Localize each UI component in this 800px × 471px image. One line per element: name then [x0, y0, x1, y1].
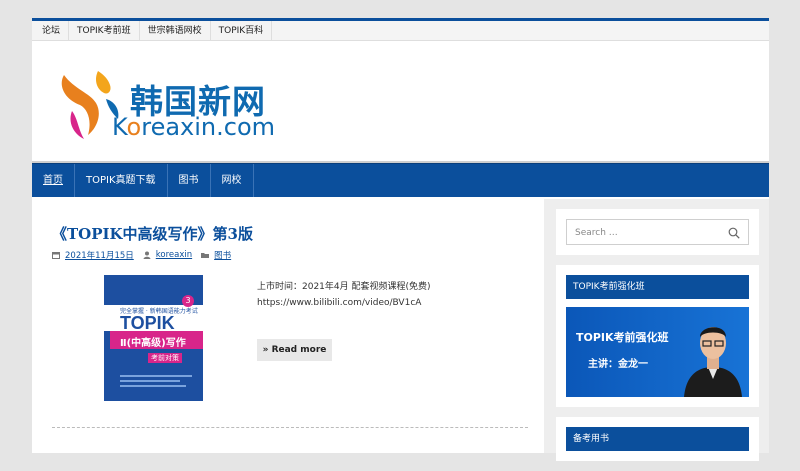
page-body: 《TOPIK中高级写作》第3版 2021年11月15日 koreaxin 图书 … [32, 199, 769, 461]
mainnav-item-topik-download[interactable]: TOPIK真题下载 [75, 164, 168, 197]
main-navigation: 首页 TOPIK真题下载 图书 网校 [32, 163, 769, 197]
logo-en-o: o [126, 113, 142, 141]
cover-level: Ⅱ(中高级)写作 [120, 338, 186, 349]
calendar-icon [52, 252, 60, 259]
cover-tag: 考前对策 [148, 353, 182, 363]
widget-title-prep-books: 备考用书 [566, 427, 749, 451]
topnav-item-sejong-school[interactable]: 世宗韩语网校 [140, 21, 211, 40]
user-icon [143, 251, 151, 259]
teacher-photo-icon [684, 327, 742, 397]
search-box [566, 219, 749, 245]
main-content: 《TOPIK中高级写作》第3版 2021年11月15日 koreaxin 图书 … [32, 199, 544, 453]
banner-speaker: 主讲：金龙一 [588, 359, 648, 370]
top-navigation: 论坛 TOPIK考前班 世宗韩语网校 TOPIK百科 [32, 21, 769, 41]
post-title[interactable]: 《TOPIK中高级写作》第3版 [52, 223, 253, 244]
topnav-item-topik-class[interactable]: TOPIK考前班 [69, 21, 140, 40]
post-author[interactable]: koreaxin [156, 250, 192, 260]
page-wrapper: 论坛 TOPIK考前班 世宗韩语网校 TOPIK百科 韩国新网 Koreaxin… [32, 18, 769, 461]
logo-en-rest: reaxin.com [141, 113, 276, 141]
topnav-item-topik-wiki[interactable]: TOPIK百科 [211, 21, 273, 40]
folder-icon [201, 253, 210, 258]
site-header: 韩国新网 Koreaxin.com [32, 41, 769, 163]
logo-en-k: K [112, 113, 127, 141]
post-divider [52, 427, 528, 428]
topnav-item-forum[interactable]: 论坛 [34, 21, 70, 40]
post-meta: 2021年11月15日 koreaxin 图书 [52, 249, 231, 261]
logo-english-text: Koreaxin.com [112, 113, 275, 141]
widget-title-topik-class: TOPIK考前强化班 [566, 275, 749, 299]
search-input[interactable] [567, 221, 748, 245]
mainnav-item-home[interactable]: 首页 [32, 164, 75, 197]
search-widget [556, 209, 759, 255]
read-more-button[interactable]: » Read more [257, 339, 332, 361]
search-icon[interactable] [728, 227, 740, 239]
mainnav-item-books[interactable]: 图书 [168, 164, 211, 197]
post-date[interactable]: 2021年11月15日 [65, 249, 134, 261]
topik-class-banner[interactable]: TOPIK考前强化班 主讲：金龙一 [566, 307, 749, 397]
book-cover-image[interactable]: 3 完全掌握 · 新韩国语能力考试 TOPIK Ⅱ(中高级)写作 考前对策 [104, 275, 203, 401]
mainnav-item-online-school[interactable]: 网校 [211, 164, 254, 197]
cover-decoration [120, 375, 192, 387]
post-category[interactable]: 图书 [214, 249, 231, 261]
sidebar: TOPIK考前强化班 TOPIK考前强化班 主讲：金龙一 [556, 209, 759, 471]
post-excerpt: 上市时间：2021年4月 配套视频课程(免费) https://www.bili… [257, 282, 431, 308]
topik-class-widget: TOPIK考前强化班 TOPIK考前强化班 主讲：金龙一 [556, 265, 759, 407]
banner-title: TOPIK考前强化班 [576, 331, 669, 344]
prep-books-widget: 备考用书 [556, 417, 759, 461]
